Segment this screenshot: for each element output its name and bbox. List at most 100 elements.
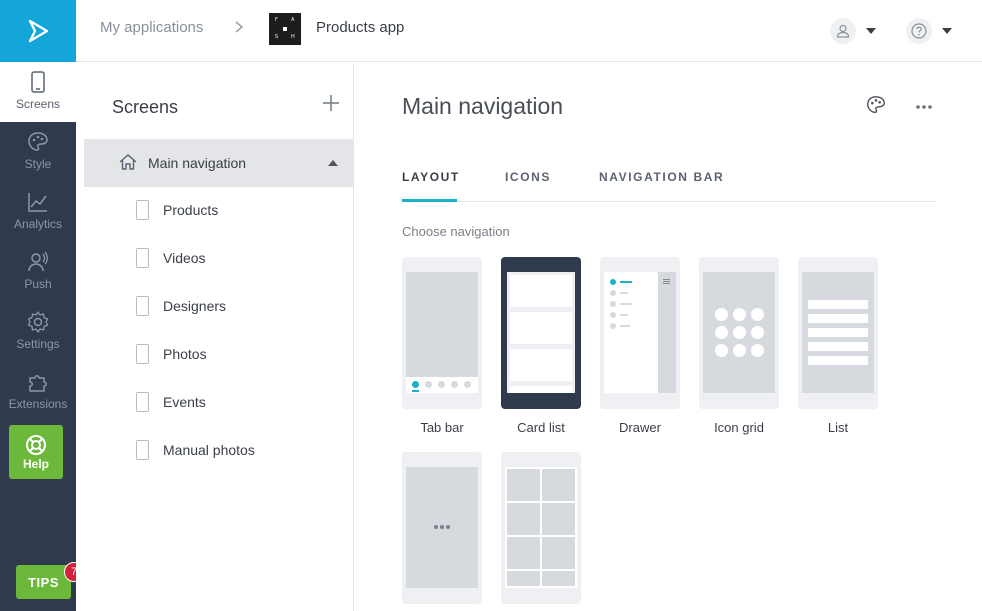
app-logo-dot	[283, 27, 287, 31]
tile-grid-preview	[505, 467, 577, 588]
phone-icon	[136, 344, 149, 364]
screen-item-label: Main navigation	[148, 155, 247, 171]
rail-item-settings[interactable]: Settings	[0, 302, 76, 362]
choose-navigation-label: Choose navigation	[402, 224, 510, 239]
rail-item-extensions[interactable]: Extensions	[0, 362, 76, 422]
app-logo-letter: A	[291, 17, 295, 23]
screen-item-designers[interactable]: Designers	[136, 294, 226, 318]
tab-navigation-bar[interactable]: NAVIGATION BAR	[599, 170, 724, 184]
rail-item-label: Push	[24, 277, 52, 291]
app-name[interactable]: Products app	[316, 19, 404, 36]
add-screen-button[interactable]	[322, 93, 340, 117]
phone-icon	[136, 440, 149, 460]
collapse-caret-icon[interactable]	[328, 160, 338, 166]
nav-option-label: Drawer	[619, 420, 661, 435]
nav-option-label: List	[827, 420, 849, 435]
card-list-card	[510, 386, 572, 393]
main-content: Main navigation LAYOUT ICONS NAVIGATION …	[355, 63, 982, 611]
analytics-icon	[28, 193, 47, 212]
help-menu-button[interactable]	[906, 18, 932, 44]
nav-option-tile-grid[interactable]	[501, 452, 581, 604]
rail-item-label: Extensions	[8, 397, 68, 411]
screen-item-label: Events	[163, 394, 206, 410]
app-logo[interactable]	[0, 0, 76, 62]
phone-icon	[136, 200, 149, 220]
screens-title: Screens	[112, 97, 179, 117]
screen-item-label: Videos	[163, 250, 206, 266]
screen-item-label: Designers	[163, 298, 227, 314]
palette-icon	[28, 132, 48, 151]
nav-option-tab-bar[interactable]	[402, 257, 482, 409]
app-logo-letter: S	[275, 34, 279, 40]
screen-item-main-navigation[interactable]: Main navigation	[84, 139, 354, 187]
screen-item-label: Manual photos	[163, 442, 255, 458]
app-logo-letter: H	[291, 34, 295, 40]
card-list-card	[510, 349, 572, 381]
phone-icon	[31, 71, 45, 93]
nav-option-icon-grid[interactable]	[699, 257, 779, 409]
rail-item-push[interactable]: Push	[0, 242, 76, 302]
logo-icon	[28, 19, 49, 43]
phone-icon	[136, 296, 149, 316]
active-tab-indicator	[402, 199, 457, 202]
tab-dot-underline	[412, 390, 419, 392]
rail-item-label: Analytics	[13, 217, 63, 231]
theme-button[interactable]	[865, 94, 887, 121]
icon-grid-preview	[703, 272, 775, 393]
nav-option-list[interactable]	[798, 257, 878, 409]
rail-item-analytics[interactable]: Analytics	[0, 182, 76, 242]
tab-dot	[425, 381, 432, 388]
question-icon	[911, 23, 927, 39]
palette-icon	[867, 96, 885, 114]
more-options-icon[interactable]	[915, 97, 933, 115]
tab-icons[interactable]: ICONS	[505, 170, 551, 184]
screen-item-label: Photos	[163, 346, 207, 362]
nav-option-drawer[interactable]	[600, 257, 680, 409]
help-menu-chevron-down-icon[interactable]	[942, 28, 952, 34]
nav-option-label: Tab bar	[420, 420, 464, 435]
left-rail: Screens Style Analytics Push Settings Ex…	[0, 0, 84, 611]
screen-item-events[interactable]: Events	[136, 390, 206, 414]
user-menu-chevron-down-icon[interactable]	[866, 28, 876, 34]
tab-dot	[464, 381, 471, 388]
gear-icon	[27, 311, 49, 333]
card-list-card	[510, 312, 572, 344]
page-title: Main navigation	[402, 93, 564, 119]
screens-panel: Screens Main navigation Products Videos …	[76, 63, 354, 611]
tab-dot	[451, 381, 458, 388]
screen-item-photos[interactable]: Photos	[136, 342, 207, 366]
screen-item-manual-photos[interactable]: Manual photos	[136, 438, 255, 462]
breadcrumb-chevron-icon	[234, 20, 244, 37]
tab-bar-preview	[406, 272, 478, 377]
lifebuoy-icon	[26, 435, 46, 455]
breadcrumb-my-applications[interactable]: My applications	[100, 19, 203, 36]
user-menu-button[interactable]	[830, 18, 856, 44]
screen-item-label: Products	[163, 202, 219, 218]
drawer-menu-preview	[604, 272, 658, 393]
drawer-content-preview	[658, 272, 676, 393]
list-preview	[802, 272, 874, 393]
card-list-preview	[507, 272, 575, 393]
rail-item-label: Style	[24, 157, 52, 171]
rail-item-screens[interactable]: Screens	[0, 62, 76, 122]
home-icon	[119, 154, 137, 170]
more-preview	[406, 467, 478, 588]
app-logo-letter: F	[275, 17, 278, 23]
app-thumbnail[interactable]: F A S H	[269, 13, 301, 45]
help-label: Help	[22, 457, 49, 471]
phone-icon	[136, 248, 149, 268]
help-button[interactable]: Help	[9, 425, 63, 479]
screen-item-videos[interactable]: Videos	[136, 246, 206, 270]
push-icon	[28, 251, 48, 272]
rail-item-label: Screens	[15, 97, 61, 111]
nav-option-card-list[interactable]	[501, 257, 581, 409]
tab-bar: LAYOUT ICONS NAVIGATION BAR	[402, 163, 936, 202]
tips-button[interactable]: TIPS	[16, 565, 71, 599]
screen-item-products[interactable]: Products	[136, 198, 218, 222]
rail-item-style[interactable]: Style	[0, 122, 76, 182]
tab-dot	[438, 381, 445, 388]
nav-option-more[interactable]	[402, 452, 482, 604]
tab-dot-active	[412, 381, 419, 388]
user-icon	[836, 24, 850, 38]
tab-layout[interactable]: LAYOUT	[402, 170, 460, 184]
